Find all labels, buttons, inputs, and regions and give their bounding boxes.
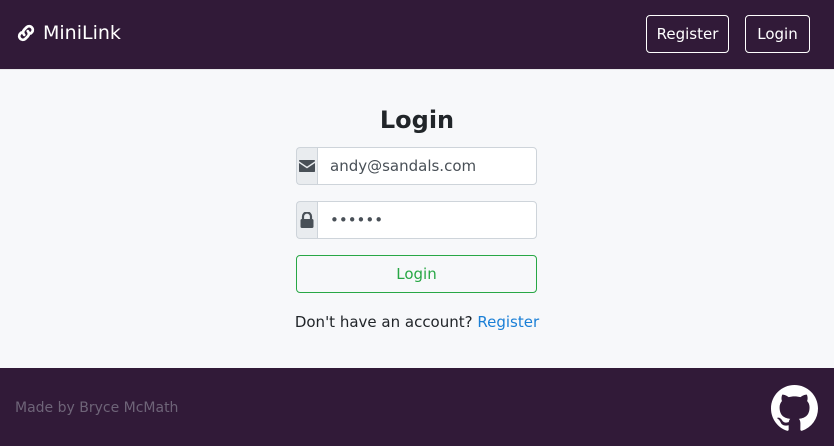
brand-link[interactable]: MiniLink — [15, 22, 121, 44]
nav-register-button[interactable]: Register — [646, 15, 729, 53]
email-input-group — [296, 147, 537, 185]
login-submit-button[interactable]: Login — [296, 255, 537, 293]
envelope-icon — [299, 160, 315, 172]
password-addon — [296, 201, 317, 239]
signup-prompt: Don't have an account? Register — [0, 313, 834, 331]
password-input-group — [296, 201, 537, 239]
page-title: Login — [379, 106, 455, 134]
link-icon — [17, 24, 35, 42]
email-addon — [296, 147, 317, 185]
email-field[interactable] — [317, 147, 537, 185]
lock-icon — [300, 212, 314, 228]
signup-prompt-text: Don't have an account? — [294, 313, 473, 331]
github-icon[interactable] — [771, 385, 818, 432]
footer-credit: Made by Bryce McMath — [15, 400, 179, 416]
navbar: MiniLink Register Login — [0, 0, 834, 69]
password-field[interactable] — [317, 201, 537, 239]
footer: Made by Bryce McMath — [0, 368, 834, 446]
nav-login-button[interactable]: Login — [745, 15, 810, 53]
login-main: Login Login Don't have an account? Regis… — [0, 69, 834, 368]
register-link[interactable]: Register — [477, 313, 539, 331]
brand-name: MiniLink — [43, 22, 121, 44]
